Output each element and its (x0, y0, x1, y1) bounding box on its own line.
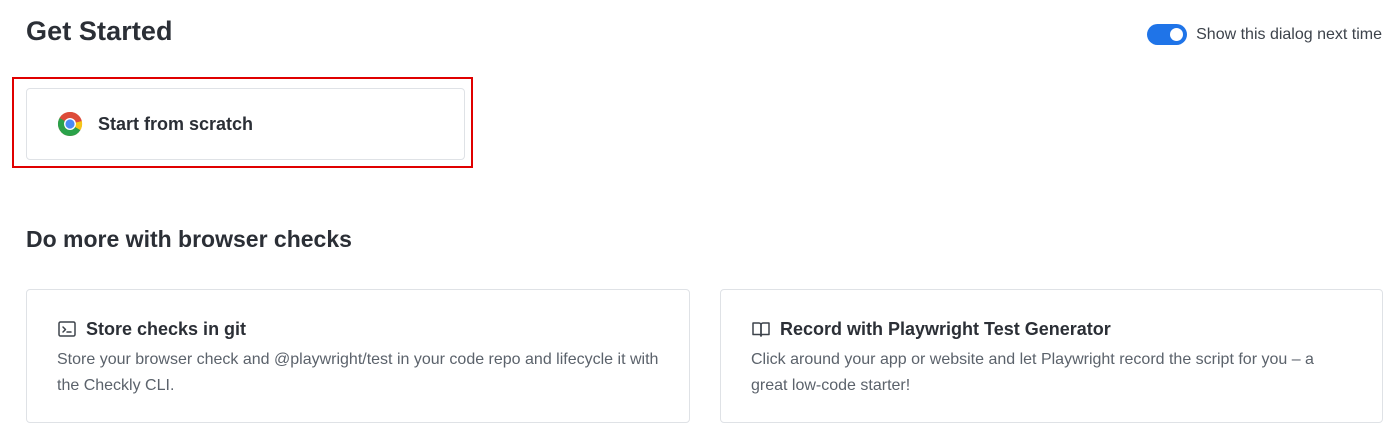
book-open-icon (751, 319, 771, 339)
show-dialog-toggle[interactable]: Show this dialog next time (1147, 24, 1382, 45)
section-title: Do more with browser checks (26, 226, 352, 252)
store-checks-in-git-card[interactable]: Store checks in git Store your browser c… (26, 289, 690, 423)
chrome-icon (57, 111, 83, 137)
card-header: Store checks in git (57, 317, 659, 341)
card-description: Store your browser check and @playwright… (57, 351, 659, 394)
get-started-page: Get Started Show this dialog next time S… (0, 0, 1400, 444)
terminal-icon (57, 319, 77, 339)
toggle-knob (1170, 28, 1184, 41)
start-from-scratch-button[interactable]: Start from scratch (26, 88, 465, 160)
card-title: Store checks in git (86, 318, 247, 339)
toggle-label: Show this dialog next time (1196, 25, 1382, 43)
record-with-playwright-card[interactable]: Record with Playwright Test Generator Cl… (720, 289, 1383, 423)
card-title: Record with Playwright Test Generator (780, 318, 1111, 339)
toggle-switch[interactable] (1147, 24, 1188, 45)
start-from-scratch-label: Start from scratch (98, 113, 254, 134)
card-description: Click around your app or website and let… (751, 351, 1314, 394)
card-header: Record with Playwright Test Generator (751, 317, 1352, 341)
page-title: Get Started (26, 16, 173, 46)
